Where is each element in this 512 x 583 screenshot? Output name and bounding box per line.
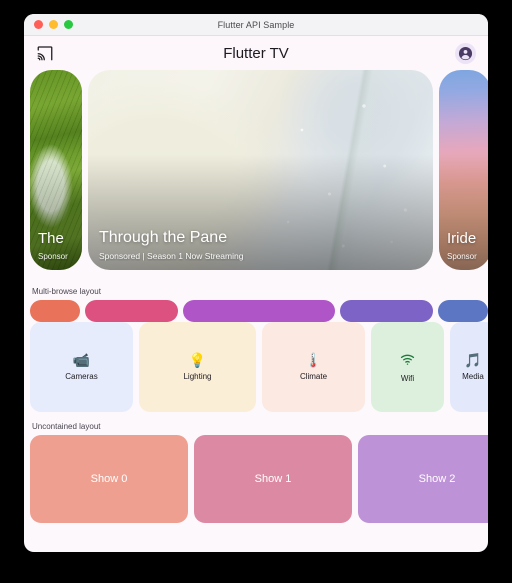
wifi-icon bbox=[400, 352, 415, 369]
icon-card-label: Cameras bbox=[65, 372, 98, 381]
hero-carousel[interactable]: The Sponsor Through the Pane Sponsored |… bbox=[24, 70, 488, 277]
carousel-pill[interactable] bbox=[85, 300, 178, 322]
hero-card-featured[interactable]: Through the Pane Sponsored | Season 1 No… bbox=[88, 70, 433, 270]
icon-card-row[interactable]: 📹 Cameras 💡 Lighting 🌡️ Climate Wifi 🎵 M… bbox=[24, 322, 488, 412]
window-titlebar: Flutter API Sample bbox=[24, 14, 488, 36]
multi-browse-label: Multi-browse layout bbox=[32, 287, 101, 296]
cast-icon[interactable] bbox=[36, 44, 54, 62]
app-bar: Flutter TV bbox=[24, 36, 488, 70]
show-card[interactable]: Show 0 bbox=[30, 435, 188, 523]
icon-card-media[interactable]: 🎵 Media bbox=[450, 322, 488, 412]
carousel-pill[interactable] bbox=[183, 300, 335, 322]
hero-card-subtitle: Sponsored | Season 1 Now Streaming bbox=[99, 251, 244, 261]
video-camera-icon: 📹 bbox=[72, 352, 91, 368]
hero-card-text: Iridе Sponsor bbox=[447, 230, 488, 261]
carousel-pill[interactable] bbox=[30, 300, 80, 322]
hero-card-title: The bbox=[38, 230, 64, 248]
icon-card-climate[interactable]: 🌡️ Climate bbox=[262, 322, 365, 412]
show-card[interactable]: Show 1 bbox=[194, 435, 352, 523]
icon-card-wifi[interactable]: Wifi bbox=[371, 322, 444, 412]
icon-card-label: Wifi bbox=[400, 373, 415, 383]
account-circle-icon[interactable] bbox=[455, 42, 476, 64]
window-title: Flutter API Sample bbox=[217, 19, 295, 30]
icon-card-lighting[interactable]: 💡 Lighting bbox=[139, 322, 256, 412]
uncontained-carousel[interactable]: Show 0 Show 1 Show 2 bbox=[24, 435, 488, 523]
hero-card-text: Through the Pane Sponsored | Season 1 No… bbox=[99, 228, 425, 261]
icon-card-label: Media bbox=[462, 372, 484, 381]
hero-card-subtitle: Sponsor bbox=[447, 252, 477, 261]
hero-card-subtitle: Sponsor bbox=[38, 252, 68, 261]
hero-card[interactable]: The Sponsor bbox=[30, 70, 82, 270]
icon-card-label: Lighting bbox=[183, 372, 212, 381]
icon-card-label: Climate bbox=[299, 372, 328, 381]
uncontained-label: Uncontained layout bbox=[32, 422, 101, 431]
music-library-icon: 🎵 bbox=[464, 352, 482, 368]
thermometer-icon: 🌡️ bbox=[304, 352, 323, 368]
carousel-pill[interactable] bbox=[438, 300, 488, 322]
hero-card-text: The Sponsor bbox=[38, 230, 80, 261]
multi-browse-carousel[interactable] bbox=[24, 300, 488, 322]
hero-card-title: Iridе bbox=[447, 230, 477, 248]
carousel-pill[interactable] bbox=[340, 300, 433, 322]
hero-card[interactable]: Iridе Sponsor bbox=[439, 70, 488, 270]
icon-card-cameras[interactable]: 📹 Cameras bbox=[30, 322, 133, 412]
show-card[interactable]: Show 2 bbox=[358, 435, 488, 523]
app-window: Flutter API Sample Flutter TV The Sponso… bbox=[24, 14, 488, 552]
hero-card-title: Through the Pane bbox=[99, 229, 228, 246]
app-title: Flutter TV bbox=[223, 44, 289, 62]
lightbulb-icon: 💡 bbox=[188, 352, 207, 368]
